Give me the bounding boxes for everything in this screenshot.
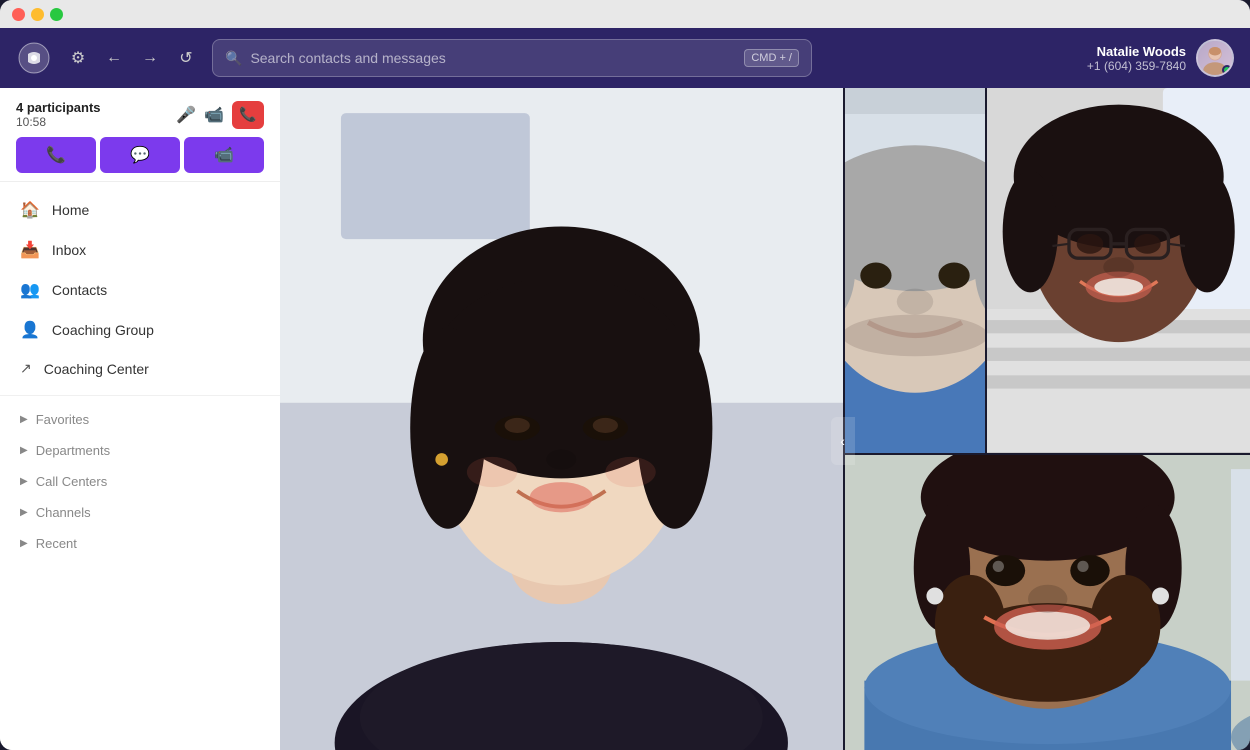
back-button[interactable]: ← xyxy=(100,44,128,72)
coaching-group-icon: 👤 xyxy=(20,320,40,340)
user-phone: +1 (604) 359-7840 xyxy=(1087,59,1186,73)
sidebar-item-contacts[interactable]: 👥 Contacts xyxy=(0,270,280,310)
video-main-feed xyxy=(280,88,843,750)
section-recent[interactable]: ▶ Recent xyxy=(0,528,280,559)
section-favorites[interactable]: ▶ Favorites xyxy=(0,404,280,435)
call-participants-label: 4 participants xyxy=(16,100,101,115)
section-departments[interactable]: ▶ Departments xyxy=(0,435,280,466)
sidebar-item-coaching-center[interactable]: ↗ Coaching Center xyxy=(0,350,280,387)
inbox-icon: 📥 xyxy=(20,240,40,260)
favorites-label: Favorites xyxy=(36,412,89,427)
end-call-icon: 📞 xyxy=(239,106,256,123)
user-info: Natalie Woods +1 (604) 359-7840 xyxy=(1087,39,1234,77)
coaching-center-icon: ↗ xyxy=(20,360,32,377)
user-text: Natalie Woods +1 (604) 359-7840 xyxy=(1087,44,1186,73)
user-name: Natalie Woods xyxy=(1087,44,1186,59)
video-grid: Recording Vi Vi Enabled ‹ xyxy=(280,88,1250,750)
home-icon: 🏠 xyxy=(20,200,40,220)
departments-label: Departments xyxy=(36,443,110,458)
call-centers-arrow-icon: ▶ xyxy=(20,476,28,487)
call-centers-label: Call Centers xyxy=(36,474,108,489)
video-main: Recording Vi Vi Enabled ‹ xyxy=(280,88,843,750)
call-meta: 4 participants 10:58 🎤 📹 📞 xyxy=(16,100,264,129)
search-icon: 🔍 xyxy=(225,50,242,67)
settings-button[interactable]: ⚙ xyxy=(64,44,92,72)
sidebar-item-label-inbox: Inbox xyxy=(52,242,86,258)
sidebar-item-label-home: Home xyxy=(52,202,89,218)
end-call-button[interactable]: 📞 xyxy=(232,101,264,129)
phone-action-button[interactable]: 📞 xyxy=(16,137,96,173)
sidebar-item-label-coaching-center: Coaching Center xyxy=(44,361,149,377)
call-action-buttons: 📞 💬 📹 xyxy=(16,137,264,173)
video-action-button[interactable]: 📹 xyxy=(184,137,264,173)
main-layout: 4 participants 10:58 🎤 📹 📞 📞 💬 📹 xyxy=(0,88,1250,750)
app-logo xyxy=(16,40,52,76)
video-large-right xyxy=(987,88,1250,453)
section-call-centers[interactable]: ▶ Call Centers xyxy=(0,466,280,497)
search-shortcut: CMD + / xyxy=(744,49,799,67)
sidebar: 4 participants 10:58 🎤 📹 📞 📞 💬 📹 xyxy=(0,88,280,750)
sidebar-item-home[interactable]: 🏠 Home xyxy=(0,190,280,230)
video-bottom-right: ⊡ Picture-in-Picture ⊞ Dynamic xyxy=(845,455,1250,750)
mute-video-button[interactable]: 📹 xyxy=(204,105,224,125)
call-status: 4 participants 10:58 🎤 📹 📞 📞 💬 📹 xyxy=(0,88,280,182)
sidebar-item-inbox[interactable]: 📥 Inbox xyxy=(0,230,280,270)
window-chrome xyxy=(0,0,1250,28)
video-top-right xyxy=(845,88,1250,453)
mute-mic-button[interactable]: 🎤 xyxy=(176,105,196,125)
collapse-sidebar-button[interactable]: ‹ xyxy=(831,417,855,465)
recent-arrow-icon: ▶ xyxy=(20,538,28,549)
search-bar[interactable]: 🔍 CMD + / xyxy=(212,39,812,77)
recent-label: Recent xyxy=(36,536,77,551)
section-group: ▶ Favorites ▶ Departments ▶ Call Centers… xyxy=(0,395,280,567)
status-dot xyxy=(1222,65,1232,75)
call-timer: 10:58 xyxy=(16,115,101,129)
channels-label: Channels xyxy=(36,505,91,520)
section-channels[interactable]: ▶ Channels xyxy=(0,497,280,528)
sidebar-item-coaching-group[interactable]: 👤 Coaching Group xyxy=(0,310,280,350)
departments-arrow-icon: ▶ xyxy=(20,445,28,456)
refresh-button[interactable]: ↺ xyxy=(172,44,200,72)
video-thumb-older-man xyxy=(845,88,985,453)
app-container: ⚙ ← → ↺ 🔍 CMD + / Natalie Woods +1 (604)… xyxy=(0,0,1250,750)
avatar[interactable] xyxy=(1196,39,1234,77)
maximize-button[interactable] xyxy=(50,8,63,21)
favorites-arrow-icon: ▶ xyxy=(20,414,28,425)
contacts-icon: 👥 xyxy=(20,280,40,300)
nav-menu: 🏠 Home 📥 Inbox 👥 Contacts 👤 Coaching Gro… xyxy=(0,182,280,395)
search-input[interactable] xyxy=(250,50,736,66)
minimize-button[interactable] xyxy=(31,8,44,21)
sidebar-item-label-contacts: Contacts xyxy=(52,282,107,298)
forward-button[interactable]: → xyxy=(136,44,164,72)
top-bar: ⚙ ← → ↺ 🔍 CMD + / Natalie Woods +1 (604)… xyxy=(0,28,1250,88)
video-large-right-feed xyxy=(987,88,1250,453)
channels-arrow-icon: ▶ xyxy=(20,507,28,518)
sidebar-item-label-coaching-group: Coaching Group xyxy=(52,322,154,338)
chat-action-button[interactable]: 💬 xyxy=(100,137,180,173)
nav-controls: ⚙ ← → ↺ xyxy=(64,44,200,72)
video-bottom-right-feed xyxy=(845,455,1250,750)
close-button[interactable] xyxy=(12,8,25,21)
content-area: Recording Vi Vi Enabled ‹ xyxy=(280,88,1250,750)
window-controls xyxy=(12,8,63,21)
video-right: ⊡ Picture-in-Picture ⊞ Dynamic xyxy=(845,88,1250,750)
call-controls: 🎤 📹 📞 xyxy=(176,101,264,129)
